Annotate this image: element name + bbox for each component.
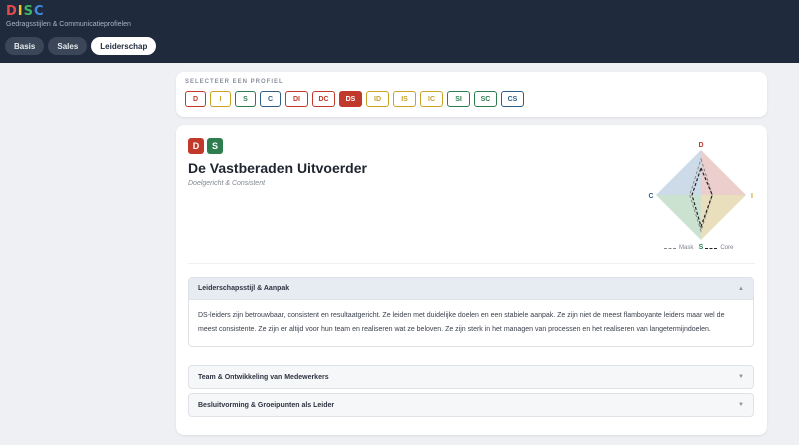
profile-chip-i[interactable]: I <box>210 91 231 107</box>
profile-badges: D S <box>188 138 223 154</box>
logo-letter-d: D <box>6 4 18 19</box>
chevron-up-icon: ▲ <box>738 285 744 292</box>
radar-quadrant-i <box>701 195 746 240</box>
chevron-down-icon: ▼ <box>738 402 744 408</box>
legend-core: Core <box>705 245 733 251</box>
logo-letter-s: S <box>23 4 35 19</box>
tab-basis[interactable]: Basis <box>5 37 45 55</box>
profile-chip-sc[interactable]: SC <box>474 91 497 107</box>
radar-axis-label-d: D <box>698 142 703 149</box>
profile-chip-cs[interactable]: CS <box>501 91 524 107</box>
radar-axis-label-c: C <box>648 193 653 200</box>
profile-subtitle: Doelgericht & Consistent <box>188 180 266 187</box>
accordion-team-ontwikkeling: Team & Ontwikkeling van Medewerkers ▼ <box>188 365 754 389</box>
accordion-header-besluitvorming[interactable]: Besluitvorming & Groeipunten als Leider … <box>189 394 753 416</box>
accordion-header-leiderschapsstijl[interactable]: Leiderschapsstijl & Aanpak ▲ <box>189 278 753 300</box>
accordion-header-team-ontwikkeling[interactable]: Team & Ontwikkeling van Medewerkers ▼ <box>189 366 753 388</box>
tab-leiderschap[interactable]: Leiderschap <box>91 37 157 55</box>
logo-letter-c: C <box>34 4 45 19</box>
profile-detail-card: D S De Vastberaden Uitvoerder Doelgerich… <box>176 125 767 435</box>
profile-chip-si[interactable]: SI <box>447 91 470 107</box>
accordion-title: Team & Ontwikkeling van Medewerkers <box>198 373 329 381</box>
profile-chip-s[interactable]: S <box>235 91 256 107</box>
profile-chip-list: D I S C DI DC DS ID IS IC SI SC CS <box>185 91 524 107</box>
profile-chip-is[interactable]: IS <box>393 91 416 107</box>
accordion-body-text: DS-leiders zijn betrouwbaar, consistent … <box>189 300 753 346</box>
profile-chip-id[interactable]: ID <box>366 91 389 107</box>
profile-chip-c[interactable]: C <box>260 91 281 107</box>
accordion-leiderschapsstijl: Leiderschapsstijl & Aanpak ▲ DS-leiders … <box>188 277 754 347</box>
profile-badge-s: S <box>207 138 223 154</box>
accordion-besluitvorming: Besluitvorming & Groeipunten als Leider … <box>188 393 754 417</box>
profile-chip-d[interactable]: D <box>185 91 206 107</box>
app-logo: DISC <box>6 4 45 19</box>
profile-selector-card: SELECTEER EEN PROFIEL D I S C DI DC DS I… <box>176 72 767 117</box>
section-divider <box>188 263 755 264</box>
radar-axis-label-i: I <box>751 193 753 200</box>
selector-label: SELECTEER EEN PROFIEL <box>185 79 284 85</box>
disc-radar-chart: D I S C <box>648 142 753 251</box>
accordion-title: Besluitvorming & Groeipunten als Leider <box>198 401 335 409</box>
radar-legend: Mask Core <box>664 245 733 251</box>
legend-core-line <box>705 247 718 249</box>
profile-chip-ic[interactable]: IC <box>420 91 443 107</box>
tab-sales[interactable]: Sales <box>48 37 88 55</box>
legend-core-label: Core <box>720 245 734 251</box>
legend-mask-label: Mask <box>679 245 694 251</box>
radar-quadrant-d <box>701 150 746 195</box>
app-tagline: Gedragsstijlen & Communicatieprofielen <box>6 21 131 28</box>
profile-badge-d: D <box>188 138 204 154</box>
main-nav: Basis Sales Leiderschap <box>5 37 157 55</box>
profile-chip-dc[interactable]: DC <box>312 91 335 107</box>
profile-chip-ds[interactable]: DS <box>339 91 362 107</box>
radar-quadrant-s <box>656 195 701 240</box>
profile-chip-di[interactable]: DI <box>285 91 308 107</box>
app-header: DISC Gedragsstijlen & Communicatieprofie… <box>0 0 799 63</box>
profile-title: De Vastberaden Uitvoerder <box>188 160 367 176</box>
legend-mask: Mask <box>664 245 693 251</box>
accordion-title: Leiderschapsstijl & Aanpak <box>198 285 290 292</box>
chevron-down-icon: ▼ <box>738 374 744 380</box>
legend-mask-line <box>664 247 676 249</box>
